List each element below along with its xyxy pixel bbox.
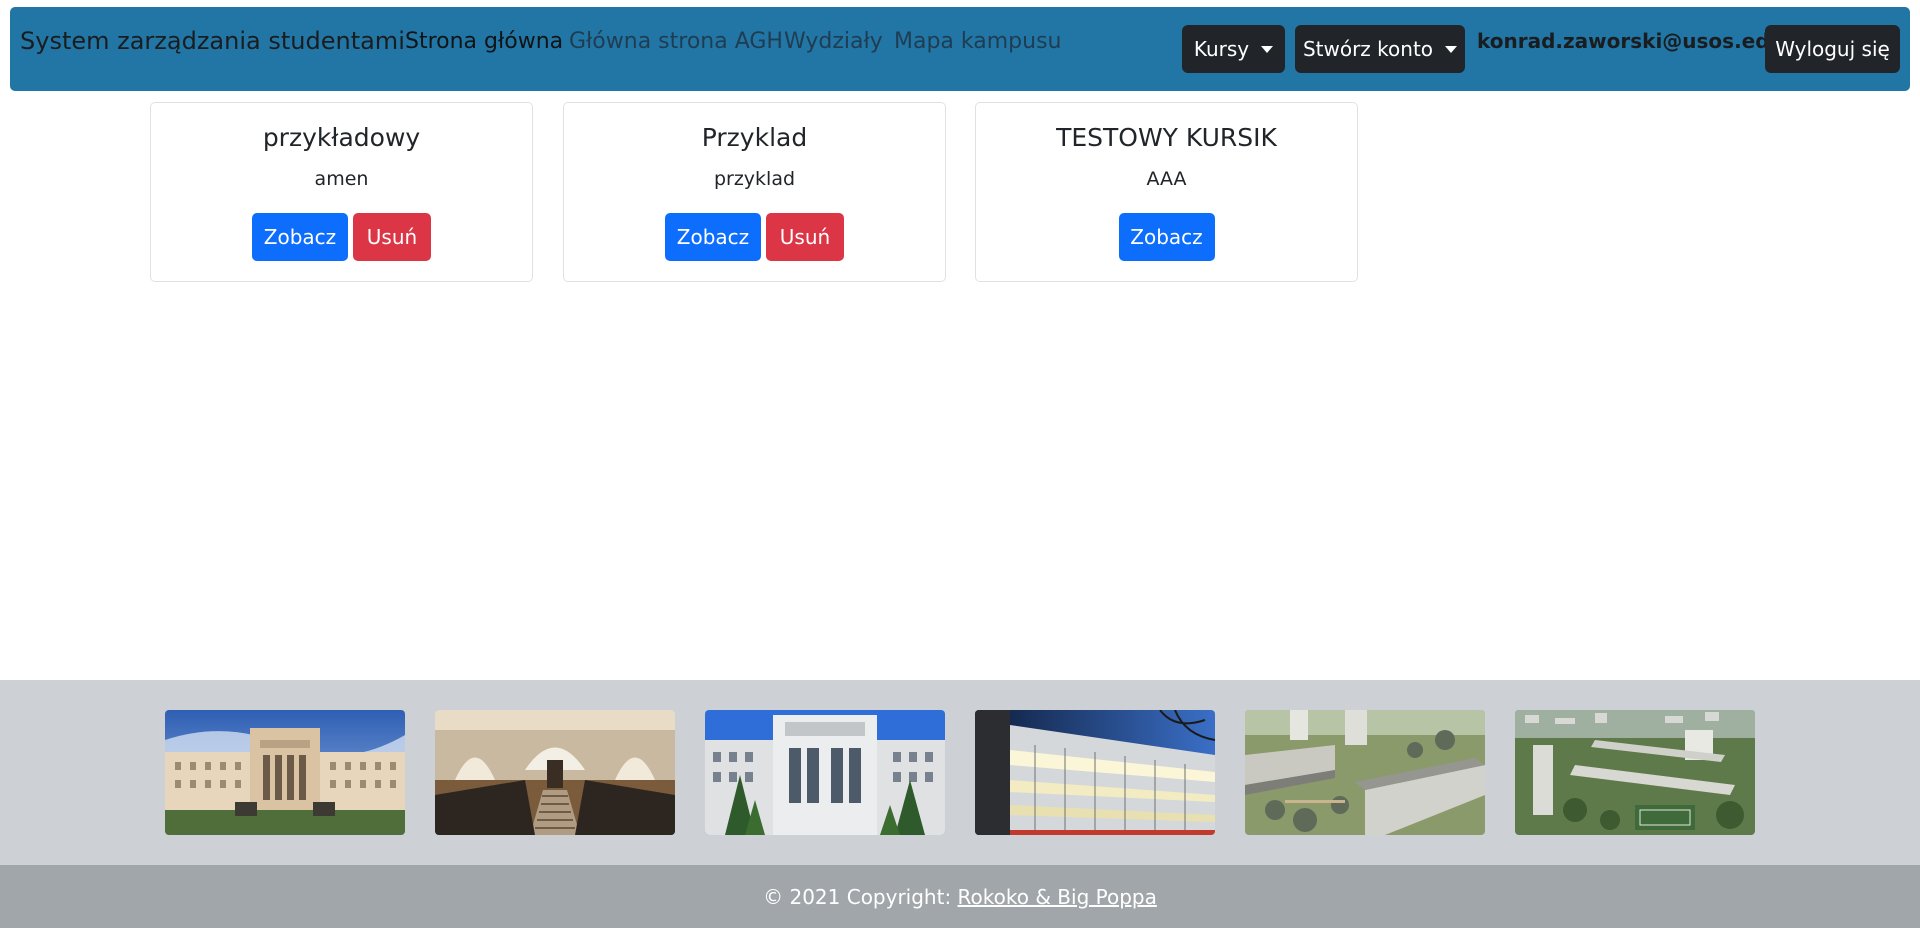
course-title: przykładowy bbox=[262, 123, 421, 152]
create-account-dropdown-button[interactable]: Stwórz konto bbox=[1295, 25, 1465, 73]
copyright-text: © 2021 Copyright: Rokoko & Big Poppa bbox=[0, 885, 1920, 909]
campus-photo[interactable] bbox=[1245, 710, 1485, 835]
course-title: TESTOWY KURSIK bbox=[1056, 123, 1277, 152]
view-course-button[interactable]: Zobacz bbox=[665, 213, 761, 261]
copyright-link[interactable]: Rokoko & Big Poppa bbox=[958, 885, 1157, 909]
campus-photo[interactable] bbox=[1515, 710, 1755, 835]
nav-link-home[interactable]: Strona główna bbox=[405, 29, 563, 54]
campus-photo[interactable] bbox=[705, 710, 945, 835]
course-description: amen bbox=[314, 168, 369, 190]
view-course-button[interactable]: Zobacz bbox=[252, 213, 348, 261]
delete-course-button[interactable]: Usuń bbox=[766, 213, 844, 261]
footer-copyright-bar: © 2021 Copyright: Rokoko & Big Poppa bbox=[0, 865, 1920, 928]
course-actions: Zobacz Usuń bbox=[564, 213, 945, 261]
logout-button[interactable]: Wyloguj się bbox=[1765, 25, 1900, 73]
caret-down-icon bbox=[1445, 45, 1458, 53]
course-actions: Zobacz Usuń bbox=[151, 213, 532, 261]
course-card: Przyklad przyklad Zobacz Usuń bbox=[563, 102, 946, 282]
nav-link-faculties[interactable]: Wydziały bbox=[784, 29, 883, 54]
caret-down-icon bbox=[1261, 45, 1274, 53]
copyright-prefix: © 2021 Copyright: bbox=[763, 885, 958, 909]
course-description: AAA bbox=[1146, 168, 1187, 190]
courses-dropdown-button[interactable]: Kursy bbox=[1182, 25, 1285, 73]
create-account-dropdown-label: Stwórz konto bbox=[1302, 37, 1434, 61]
nav-link-campus-map[interactable]: Mapa kampusu bbox=[894, 29, 1061, 54]
course-card: TESTOWY KURSIK AAA Zobacz bbox=[975, 102, 1358, 282]
course-actions: Zobacz bbox=[976, 213, 1357, 261]
view-course-button[interactable]: Zobacz bbox=[1118, 213, 1215, 261]
top-navbar: System zarządzania studentami Strona głó… bbox=[10, 7, 1910, 91]
footer-gallery bbox=[0, 680, 1920, 865]
delete-course-button[interactable]: Usuń bbox=[353, 213, 431, 261]
brand-title[interactable]: System zarządzania studentami bbox=[20, 27, 405, 55]
course-description: przyklad bbox=[713, 168, 796, 190]
nav-link-agh-home[interactable]: Główna strona AGH bbox=[569, 29, 783, 54]
campus-photo[interactable] bbox=[165, 710, 405, 835]
course-card: przykładowy amen Zobacz Usuń bbox=[150, 102, 533, 282]
campus-photo[interactable] bbox=[435, 710, 675, 835]
user-email: konrad.zaworski@usos.edu.pl bbox=[1477, 29, 1813, 53]
campus-photo[interactable] bbox=[975, 710, 1215, 835]
course-title: Przyklad bbox=[701, 123, 808, 152]
courses-dropdown-label: Kursy bbox=[1193, 37, 1250, 61]
